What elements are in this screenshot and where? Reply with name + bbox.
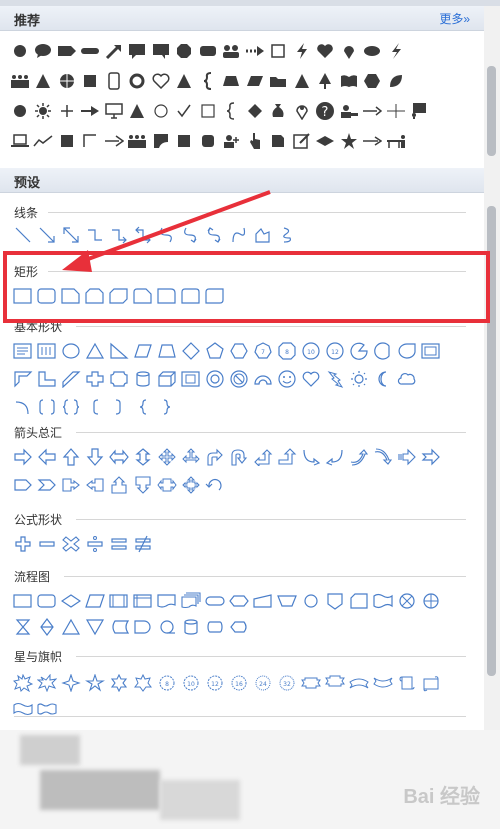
blurred-area [160,780,240,820]
blurred-area [40,770,160,810]
watermark: Bai 经验 [403,786,480,808]
annotation-arrow [62,190,271,272]
blurred-area [20,735,80,765]
